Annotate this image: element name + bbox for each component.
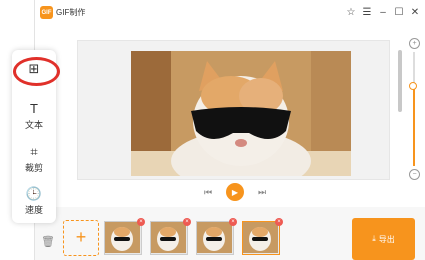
vertical-scrollbar[interactable] xyxy=(398,50,402,112)
app-logo: GIF xyxy=(40,6,53,19)
frame-thumbnail-2[interactable]: × xyxy=(150,218,191,255)
text-icon: T xyxy=(30,101,38,116)
zoom-out-icon[interactable]: − xyxy=(409,169,420,180)
speed-tool[interactable]: 🕒 速度 xyxy=(12,187,56,216)
trash-icon[interactable]: 🗑 xyxy=(41,235,55,248)
play-button[interactable]: ▶ xyxy=(226,183,244,201)
crop-tool[interactable]: ⌗ 裁剪 xyxy=(12,145,56,174)
add-frame-button[interactable]: + xyxy=(63,220,99,256)
clock-icon: 🕒 xyxy=(25,186,43,201)
gif-maker-window: GIF GIF制作 ☆ ☰ – ☐ ✕ + − ⏮ ▶ ⏭ 🗑 + × × × … xyxy=(34,0,425,260)
zoom-handle[interactable] xyxy=(409,82,417,91)
menu-icon[interactable]: ☰ xyxy=(360,5,374,19)
frame-thumbnail-4-selected[interactable]: × xyxy=(242,218,283,255)
cat-sunglasses-image xyxy=(131,51,351,176)
zoom-slider[interactable]: + − xyxy=(407,38,421,180)
zoom-fill xyxy=(413,86,415,166)
playback-controls: ⏮ ▶ ⏭ xyxy=(200,182,270,202)
minimize-button[interactable]: – xyxy=(376,5,390,19)
delete-frame-icon[interactable]: × xyxy=(275,218,283,226)
delete-frame-icon[interactable]: × xyxy=(229,218,237,226)
frame-thumbnail-1[interactable]: × xyxy=(104,218,145,255)
app-title: GIF制作 xyxy=(56,8,86,17)
frame-strip: 🗑 + × × × × ⤓ 导出 xyxy=(35,207,425,260)
delete-frame-icon[interactable]: × xyxy=(183,218,191,226)
title-bar: GIF GIF制作 ☆ ☰ – ☐ ✕ xyxy=(35,0,425,26)
preview-canvas[interactable] xyxy=(77,40,390,180)
previous-frame-icon[interactable]: ⏮ xyxy=(200,187,216,198)
zoom-in-icon[interactable]: + xyxy=(409,38,420,49)
export-button[interactable]: ⤓ 导出 xyxy=(352,218,415,260)
export-icon: ⤓ xyxy=(372,234,376,243)
maximize-button[interactable]: ☐ xyxy=(392,5,406,19)
text-tool[interactable]: T 文本 xyxy=(12,102,56,131)
crop-icon: ⌗ xyxy=(30,144,38,159)
window-controls: ☆ ☰ – ☐ ✕ xyxy=(344,5,422,19)
next-frame-icon[interactable]: ⏭ xyxy=(254,187,270,198)
favorite-icon[interactable]: ☆ xyxy=(344,5,358,19)
export-label: 导出 xyxy=(378,234,395,244)
close-button[interactable]: ✕ xyxy=(408,5,422,19)
speed-tool-label: 速度 xyxy=(24,205,43,215)
crop-tool-label: 裁剪 xyxy=(24,163,43,173)
annotation-highlight-circle xyxy=(13,57,60,86)
text-tool-label: 文本 xyxy=(24,120,43,130)
frame-list: × × × × xyxy=(104,218,283,255)
delete-frame-icon[interactable]: × xyxy=(137,218,145,226)
frame-thumbnail-3[interactable]: × xyxy=(196,218,237,255)
